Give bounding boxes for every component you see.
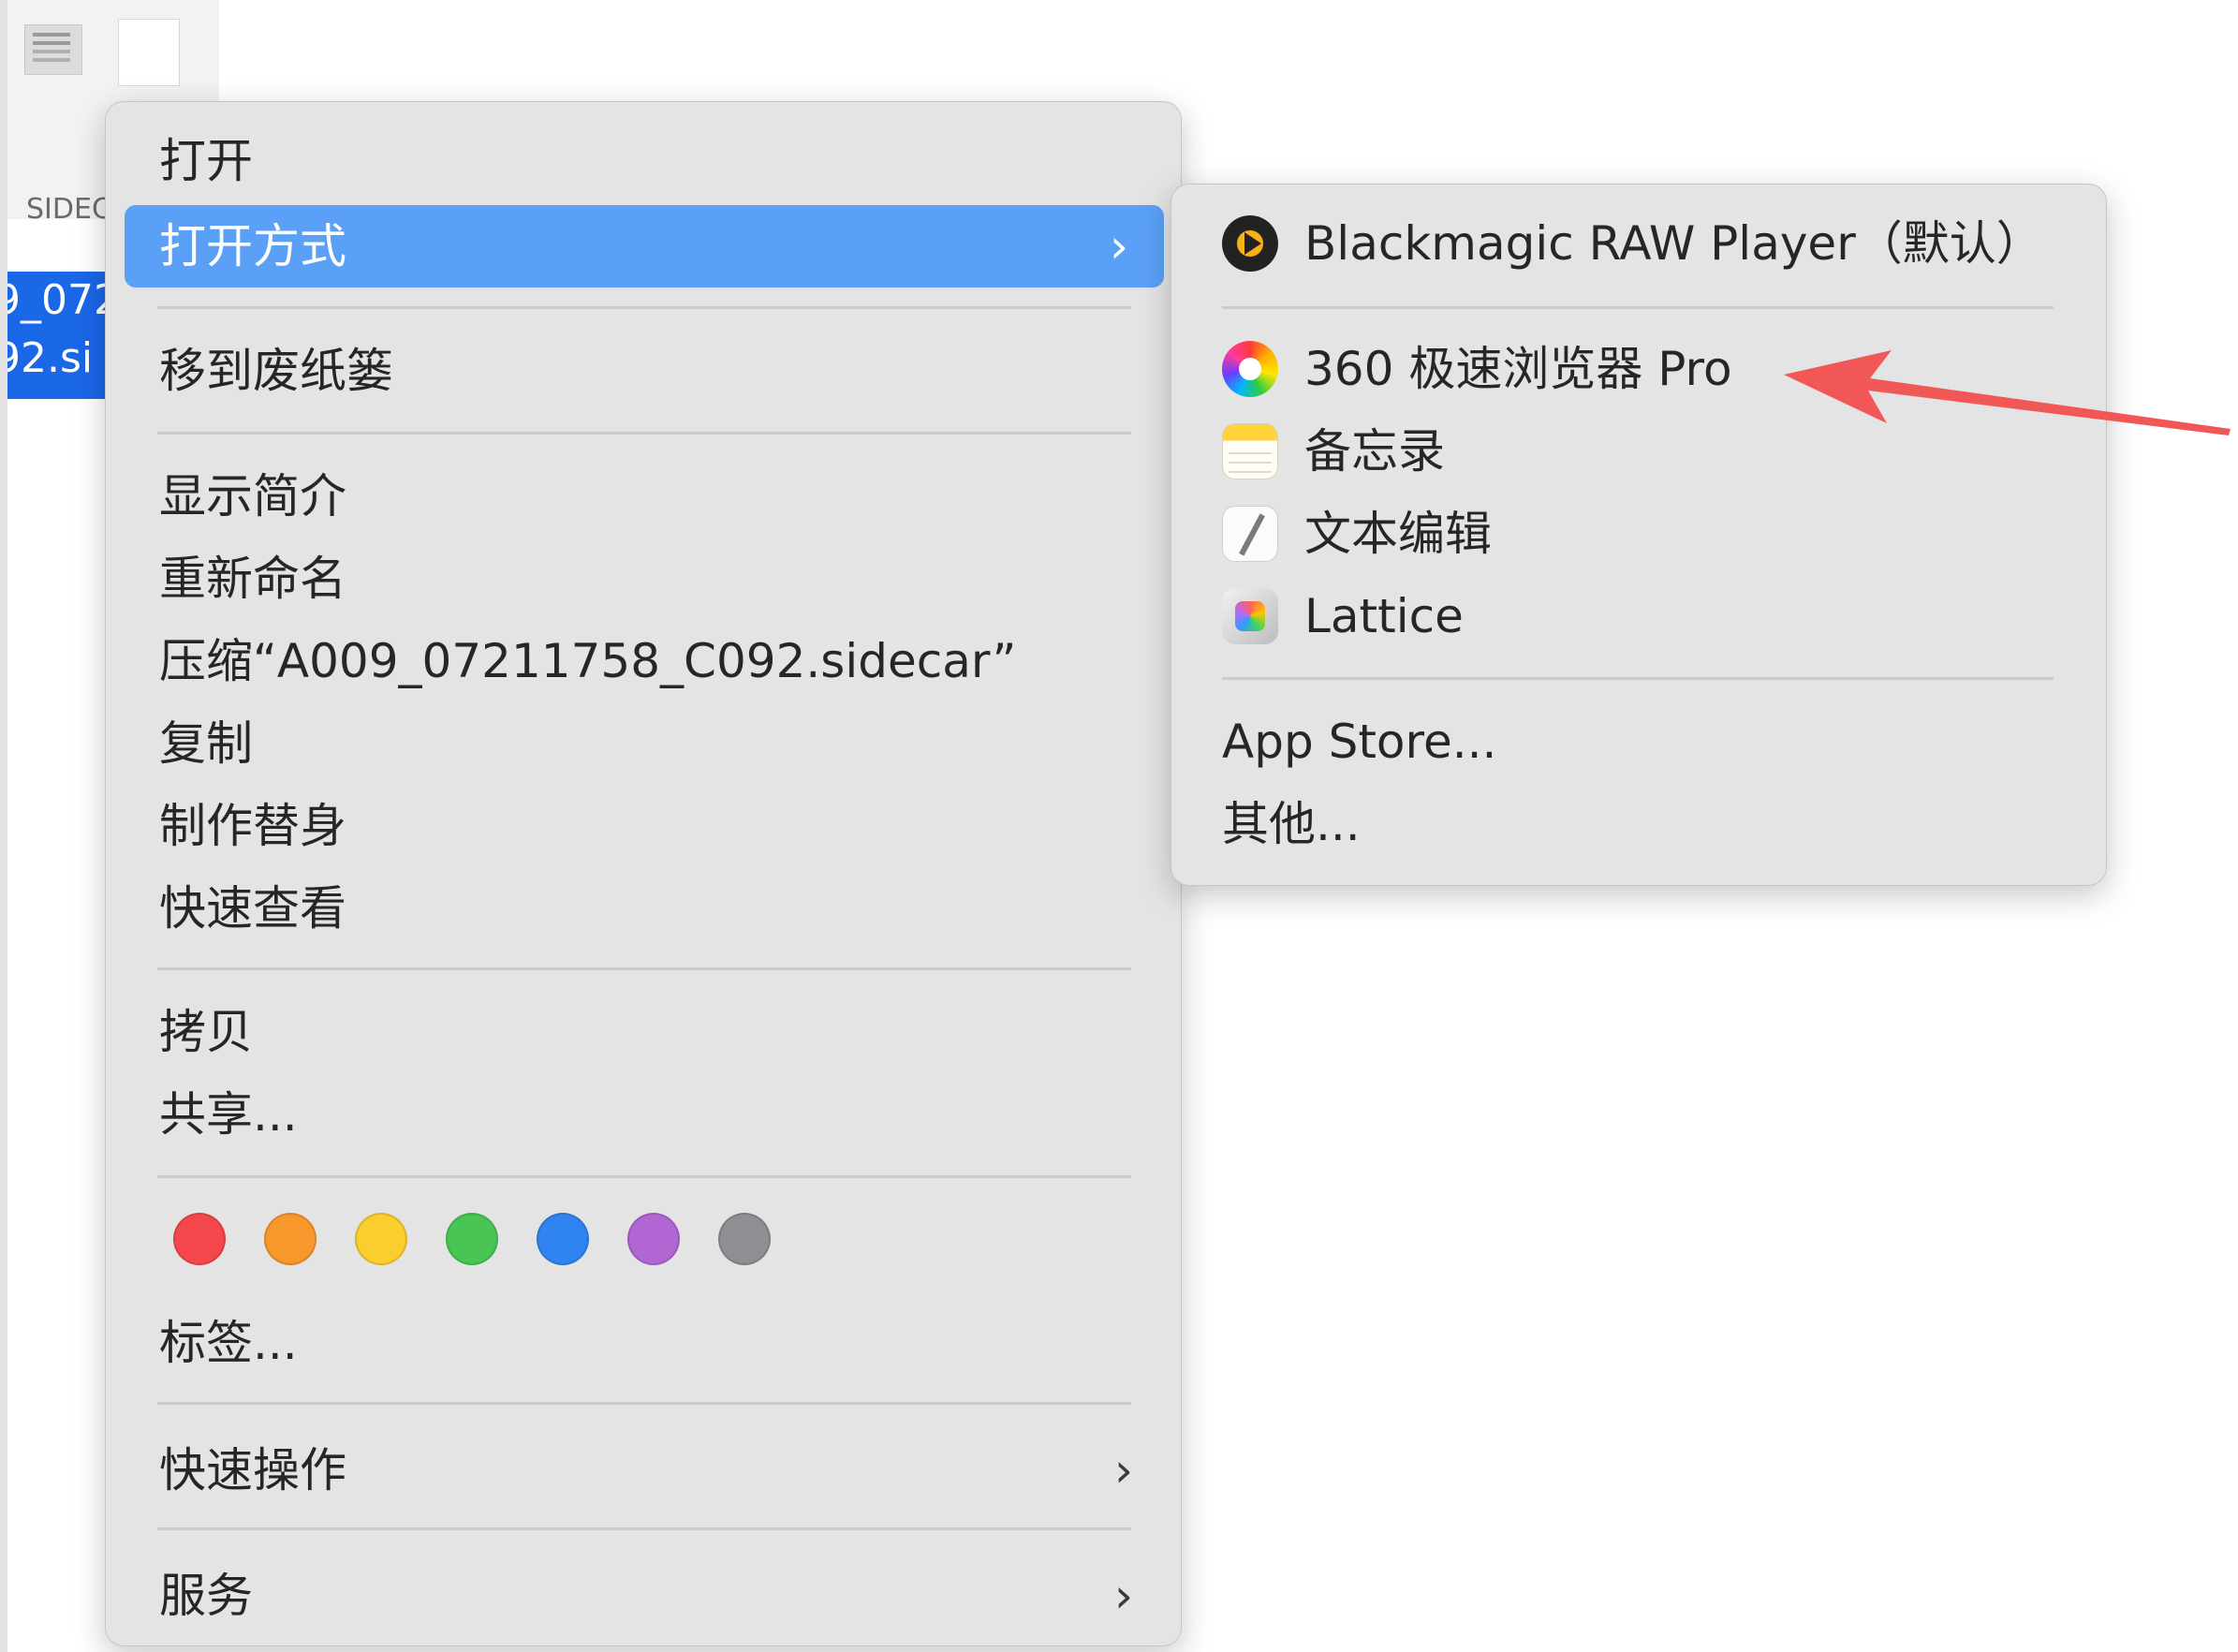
notes-icon [1222, 423, 1278, 479]
menu-item-tags[interactable]: 标签... [159, 1312, 298, 1374]
menu-item-quick-actions[interactable]: 快速操作 › [159, 1439, 1133, 1501]
blackmagic-raw-player-icon [1222, 215, 1278, 272]
menu-item-services[interactable]: 服务 › [159, 1565, 1133, 1627]
app-label: 360 极速浏览器 Pro [1304, 342, 1732, 396]
menu-item-copy[interactable]: 拷贝 [159, 1001, 253, 1063]
file-kind-label: SIDEC [26, 193, 111, 226]
app-item-lattice[interactable]: Lattice [1222, 585, 2065, 647]
menu-separator [157, 432, 1131, 435]
desktop-edge [0, 0, 7, 1652]
open-with-submenu: Blackmagic RAW Player（默认） 360 极速浏览器 Pro … [1171, 184, 2107, 886]
tag-blue[interactable] [537, 1213, 589, 1265]
menu-separator [157, 1175, 1131, 1178]
tag-red[interactable] [173, 1213, 226, 1265]
menu-item-open[interactable]: 打开 [159, 130, 253, 192]
menu-separator [157, 1402, 1131, 1405]
app-label: 其他... [1222, 797, 1361, 851]
menu-separator [157, 1527, 1131, 1530]
app-label: 备忘录 [1304, 424, 1445, 479]
tag-orange[interactable] [264, 1213, 317, 1265]
menu-item-other[interactable]: 其他... [1222, 793, 2065, 855]
menu-separator [157, 306, 1131, 309]
menu-item-rename[interactable]: 重新命名 [159, 548, 346, 610]
menu-separator [157, 967, 1131, 970]
menu-item-make-alias[interactable]: 制作替身 [159, 795, 346, 857]
menu-separator [1222, 677, 2054, 680]
tag-green[interactable] [446, 1213, 498, 1265]
360-browser-icon [1222, 341, 1278, 397]
app-label: App Store... [1222, 715, 1497, 769]
app-label: 文本编辑 [1304, 507, 1492, 561]
chevron-right-icon: › [1110, 219, 1128, 273]
textedit-icon [1222, 506, 1278, 562]
menu-item-app-store[interactable]: App Store... [1222, 711, 2065, 773]
tag-purple[interactable] [627, 1213, 680, 1265]
menu-item-share[interactable]: 共享... [159, 1084, 298, 1145]
selected-file-name[interactable]: 9_072 92.si [7, 272, 110, 399]
tag-yellow[interactable] [355, 1213, 407, 1265]
menu-separator [1222, 306, 2054, 309]
menu-item-duplicate[interactable]: 复制 [159, 713, 253, 774]
context-menu: 打开 打开方式 › 移到废纸篓 显示简介 重新命名 压缩“A009_072117… [105, 101, 1182, 1646]
app-label: Lattice [1304, 589, 1464, 643]
tag-gray[interactable] [718, 1213, 771, 1265]
menu-item-move-to-trash[interactable]: 移到废纸篓 [159, 340, 393, 402]
menu-item-quick-look[interactable]: 快速查看 [159, 878, 346, 939]
menu-item-label: 服务 [159, 1569, 253, 1623]
annotation-arrow-icon [1784, 350, 2231, 435]
menu-item-label: 快速操作 [159, 1443, 346, 1497]
menu-item-get-info[interactable]: 显示简介 [159, 465, 346, 527]
menu-item-open-with[interactable]: 打开方式 › [125, 205, 1164, 288]
chevron-right-icon: › [1114, 1569, 1133, 1623]
file-thumbnail [24, 24, 82, 75]
chevron-right-icon: › [1114, 1443, 1133, 1497]
app-label: Blackmagic RAW Player（默认） [1304, 216, 2043, 271]
menu-item-compress[interactable]: 压缩“A009_07211758_C092.sidecar” [159, 630, 1016, 692]
lattice-icon [1222, 588, 1278, 644]
menu-item-label: 打开方式 [159, 219, 346, 273]
document-icon [118, 19, 180, 86]
app-item-textedit[interactable]: 文本编辑 [1222, 503, 2065, 565]
file-name-line: 92.si [7, 334, 94, 382]
app-item-blackmagic[interactable]: Blackmagic RAW Player（默认） [1222, 213, 2065, 274]
file-name-line: 9_072 [7, 276, 110, 324]
